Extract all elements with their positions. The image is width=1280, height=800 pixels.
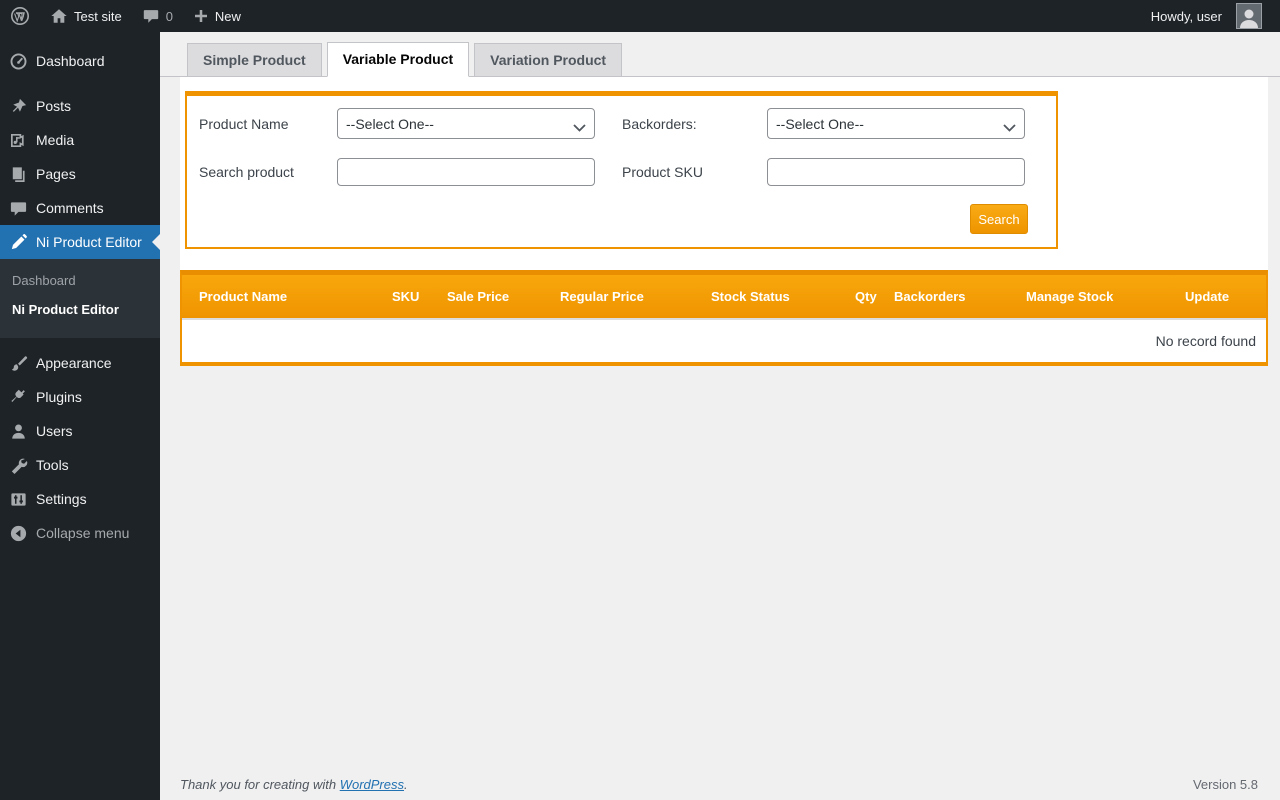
no-record-message: No record found	[182, 319, 1266, 362]
footer-thanks-text: Thank you for creating with WordPress.	[180, 777, 408, 792]
sidebar-item-ni-product-editor[interactable]: Ni Product Editor	[0, 225, 160, 259]
sidebar-item-label: Settings	[36, 491, 87, 507]
sidebar-item-label: Dashboard	[36, 53, 105, 69]
tab-simple-product[interactable]: Simple Product	[187, 43, 322, 77]
table-header-row: Product Name SKU Sale Price Regular Pric…	[182, 275, 1266, 320]
product-sku-label: Product SKU	[622, 164, 703, 180]
collapse-menu-label: Collapse menu	[36, 525, 130, 541]
col-sale-price: Sale Price	[437, 275, 550, 320]
product-name-select[interactable]: --Select One--	[337, 108, 595, 139]
sidebar-item-dashboard[interactable]: Dashboard	[0, 44, 160, 78]
comments-bubble-menu[interactable]: 0	[132, 0, 183, 32]
wordpress-logo-icon	[10, 6, 30, 26]
submenu-item-ni-product-editor[interactable]: Ni Product Editor	[0, 295, 160, 324]
col-manage-stock: Manage Stock	[1016, 275, 1175, 320]
tab-variable-product[interactable]: Variable Product	[326, 42, 470, 77]
col-regular-price: Regular Price	[550, 275, 701, 320]
admin-bar: Test site 0 New Howdy, user	[0, 0, 1280, 32]
menu-separator	[0, 78, 160, 89]
product-name-select-wrap: --Select One--	[337, 108, 595, 139]
col-stock-status: Stock Status	[701, 275, 845, 320]
empty-row: No record found	[182, 319, 1266, 362]
home-icon	[50, 7, 68, 25]
col-update: Update	[1175, 275, 1266, 320]
search-product-field-wrap	[337, 158, 622, 186]
sidebar-item-label: Comments	[36, 200, 104, 216]
sidebar-item-posts[interactable]: Posts	[0, 89, 160, 123]
products-table-wrap: Product Name SKU Sale Price Regular Pric…	[180, 270, 1268, 366]
pushpin-icon	[8, 96, 28, 116]
pages-icon	[8, 164, 28, 184]
sidebar-item-label: Media	[36, 132, 75, 148]
col-sku: SKU	[382, 275, 437, 320]
howdy-user-menu[interactable]: Howdy, user	[1141, 0, 1272, 32]
dashboard-icon	[8, 51, 28, 71]
ni-product-editor-submenu: Dashboard Ni Product Editor	[0, 259, 160, 338]
backorders-select-wrap: --Select One--	[767, 108, 1025, 139]
col-qty: Qty	[845, 275, 884, 320]
howdy-label: Howdy, user	[1150, 8, 1222, 24]
user-avatar	[1236, 3, 1262, 29]
sidebar-item-label: Pages	[36, 166, 76, 182]
version-text: Version 5.8	[1192, 777, 1258, 792]
product-type-tabs: Simple Product Variable Product Variation …	[160, 32, 1280, 77]
comments-icon	[8, 198, 28, 218]
comment-count: 0	[165, 8, 173, 24]
sidebar-item-label: Tools	[36, 457, 69, 473]
tab-content-panel: Product Name --Select One-- Backorders: …	[180, 77, 1268, 366]
sidebar-item-media[interactable]: Media	[0, 123, 160, 157]
main-content: Simple Product Variable Product Variation …	[160, 0, 1280, 800]
admin-footer: Thank you for creating with WordPress. V…	[180, 777, 1270, 792]
search-filter-box: Product Name --Select One-- Backorders: …	[185, 91, 1058, 249]
sidebar-item-label: Plugins	[36, 389, 82, 405]
search-product-input[interactable]	[337, 158, 595, 186]
sidebar-item-label: Appearance	[36, 355, 112, 371]
comment-bubble-icon	[142, 7, 160, 25]
submenu-item-dashboard[interactable]: Dashboard	[0, 266, 160, 295]
search-button[interactable]: Search	[970, 204, 1028, 234]
sidebar-item-label: Users	[36, 423, 73, 439]
site-name-label: Test site	[74, 8, 122, 24]
collapse-arrow-icon	[8, 523, 28, 543]
new-content-menu[interactable]: New	[183, 0, 251, 32]
collapse-menu-button[interactable]: Collapse menu	[0, 516, 160, 550]
sliders-icon	[8, 489, 28, 509]
product-sku-field-wrap	[767, 158, 1028, 186]
search-product-label: Search product	[199, 164, 294, 180]
active-menu-arrow	[152, 234, 160, 250]
pencil-icon	[8, 232, 28, 252]
col-product-name: Product Name	[182, 275, 382, 320]
sidebar-item-comments[interactable]: Comments	[0, 191, 160, 225]
col-backorders: Backorders	[884, 275, 1016, 320]
backorders-label: Backorders:	[622, 115, 697, 132]
tab-variation-product[interactable]: Variation Product	[474, 43, 623, 77]
products-table: Product Name SKU Sale Price Regular Pric…	[182, 275, 1266, 362]
wordpress-link[interactable]: WordPress	[340, 777, 404, 792]
backorders-select[interactable]: --Select One--	[767, 108, 1025, 139]
brush-icon	[8, 353, 28, 373]
sidebar-item-users[interactable]: Users	[0, 414, 160, 448]
user-icon	[8, 421, 28, 441]
plus-icon	[193, 8, 209, 24]
product-name-label: Product Name	[199, 115, 289, 132]
sidebar-item-label: Posts	[36, 98, 72, 114]
plugin-icon	[8, 387, 28, 407]
admin-sidebar: Dashboard Posts Media Pages Comments Ni …	[0, 32, 160, 800]
sidebar-item-tools[interactable]: Tools	[0, 448, 160, 482]
wordpress-logo-menu[interactable]	[0, 0, 40, 32]
media-icon	[8, 130, 28, 150]
product-sku-input[interactable]	[767, 158, 1025, 186]
new-label: New	[214, 8, 241, 24]
sidebar-item-pages[interactable]: Pages	[0, 157, 160, 191]
sidebar-item-settings[interactable]: Settings	[0, 482, 160, 516]
wrench-icon	[8, 455, 28, 475]
sidebar-item-appearance[interactable]: Appearance	[0, 346, 160, 380]
sidebar-item-plugins[interactable]: Plugins	[0, 380, 160, 414]
search-button-row: Search	[193, 204, 1028, 234]
sidebar-item-label: Ni Product Editor	[36, 234, 142, 250]
site-name-link[interactable]: Test site	[40, 0, 132, 32]
